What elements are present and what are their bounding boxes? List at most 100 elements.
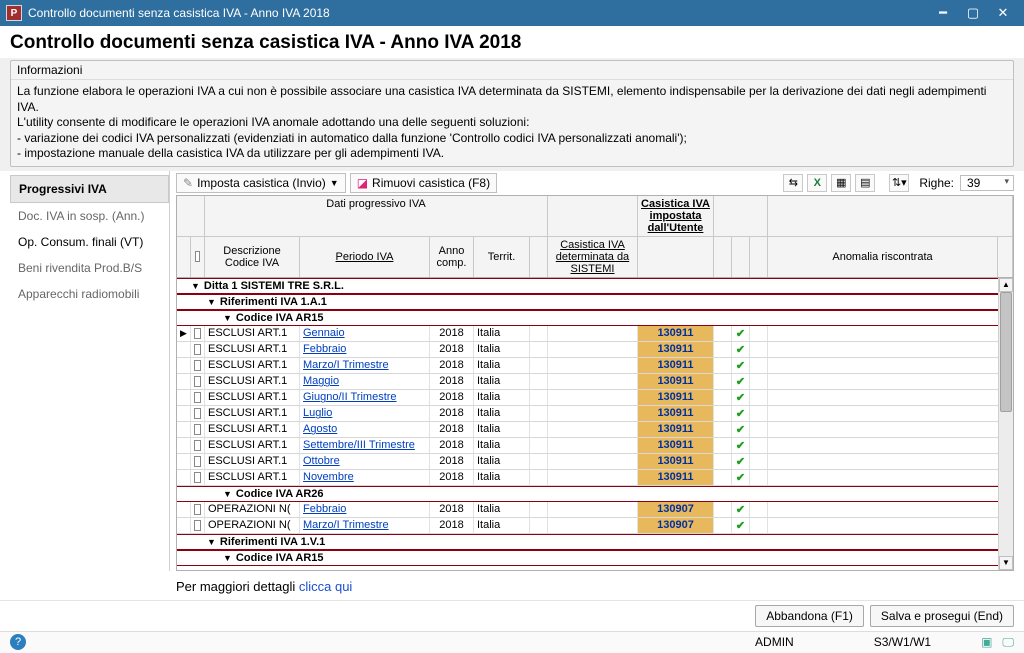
sidebar-item-doc-sosp[interactable]: Doc. IVA in sosp. (Ann.) xyxy=(10,203,169,229)
row-checkbox[interactable] xyxy=(191,358,205,373)
maximize-button[interactable]: ▢ xyxy=(958,3,988,23)
table-row[interactable]: OPERAZIONI N( Febbraio 2018 Italia 13090… xyxy=(177,502,1013,518)
filter-icon[interactable]: ⇅▾ xyxy=(889,174,909,192)
row-checkbox[interactable] xyxy=(191,406,205,421)
col-cas-sys[interactable]: Casistica IVA determinata da SISTEMI xyxy=(548,237,638,277)
scroll-thumb[interactable] xyxy=(1000,292,1012,412)
col-periodo[interactable]: Periodo IVA xyxy=(300,237,430,277)
table-row[interactable]: ESCLUSI ART.1 Ottobre 2018 Italia 130911… xyxy=(177,454,1013,470)
sidebar-item-apparecchi[interactable]: Apparecchi radiomobili xyxy=(10,281,169,307)
col-rowsel[interactable] xyxy=(177,237,191,277)
cell-anno: 2018 xyxy=(430,438,474,453)
cell-period-link[interactable]: Gennaio xyxy=(300,326,430,341)
col-check-all[interactable] xyxy=(191,237,205,277)
scroll-up-icon[interactable]: ▲ xyxy=(999,278,1013,292)
table-row[interactable]: ESCLUSI ART.1 Agosto 2018 Italia 130911 … xyxy=(177,422,1013,438)
cell-cas-user[interactable]: 130907 xyxy=(638,502,714,517)
row-checkbox[interactable] xyxy=(191,470,205,485)
row-checkbox[interactable] xyxy=(191,518,205,533)
cell-period-link[interactable]: Settembre/III Trimestre xyxy=(300,438,430,453)
excel-icon[interactable]: X xyxy=(807,174,827,192)
status-bar: ? ADMIN S3/W1/W1 ▣ 🖵 xyxy=(0,631,1024,653)
rimuovi-casistica-button[interactable]: ◪ Rimuovi casistica (F8) xyxy=(350,173,497,193)
cell-period-link[interactable]: Febbraio xyxy=(300,342,430,357)
group-row[interactable]: ▼Riferimenti IVA 1.A.1 xyxy=(177,294,1013,310)
cancel-button[interactable]: Abbandona (F1) xyxy=(755,605,864,627)
cell-cas-user[interactable]: 130911 xyxy=(638,390,714,405)
checkmark-icon: ✔ xyxy=(732,358,750,373)
cell-period-link[interactable]: Febbraio xyxy=(300,502,430,517)
group-row[interactable]: ▼Codice IVA AR15 xyxy=(177,550,1013,566)
table-row[interactable]: ESCLUSI ART.1 Novembre 2018 Italia 13091… xyxy=(177,470,1013,486)
scroll-down-icon[interactable]: ▼ xyxy=(999,556,1013,570)
group-row[interactable]: ▼Codice IVA AR15 xyxy=(177,310,1013,326)
row-checkbox[interactable] xyxy=(191,502,205,517)
col-territ[interactable]: Territ. xyxy=(474,237,530,277)
col-anomalia[interactable]: Anomalia riscontrata xyxy=(768,237,998,277)
row-checkbox[interactable] xyxy=(191,374,205,389)
group-row[interactable]: ▼Codice IVA AR26 xyxy=(177,486,1013,502)
righe-count[interactable]: 39 xyxy=(960,175,1014,191)
table-row[interactable]: ESCLUSI ART.1 Giugno/II Trimestre 2018 I… xyxy=(177,390,1013,406)
cell-cas-user[interactable]: 130911 xyxy=(638,326,714,341)
row-checkbox[interactable] xyxy=(191,454,205,469)
sidebar-item-progressivi[interactable]: Progressivi IVA xyxy=(10,175,169,203)
col-cas-user-top[interactable]: Casistica IVA impostata dall'Utente xyxy=(638,196,714,236)
cell-period-link[interactable]: Luglio xyxy=(300,406,430,421)
group-row[interactable]: ▼Riferimenti IVA 1.V.1 xyxy=(177,534,1013,550)
row-checkbox[interactable] xyxy=(191,326,205,341)
cell-cas-user[interactable]: 130907 xyxy=(638,518,714,533)
cell-cas-user[interactable]: 130911 xyxy=(638,358,714,373)
vertical-scrollbar[interactable]: ▲ ▼ xyxy=(998,278,1013,570)
cell-cas-user[interactable]: 130911 xyxy=(638,454,714,469)
cell-desc: ESCLUSI ART.1 xyxy=(205,342,300,357)
row-checkbox[interactable] xyxy=(191,422,205,437)
cell-period-link[interactable]: Marzo/I Trimestre xyxy=(300,358,430,373)
help-icon[interactable]: ? xyxy=(10,634,26,650)
col-s1[interactable] xyxy=(714,237,732,277)
details-link[interactable]: clicca qui xyxy=(299,579,352,594)
cell-period-link[interactable]: Ottobre xyxy=(300,454,430,469)
col-anno[interactable]: Anno comp. xyxy=(430,237,474,277)
export-icon[interactable]: ⇆ xyxy=(783,174,803,192)
table-row[interactable]: ESCLUSI ART.1 Marzo/I Trimestre 2018 Ita… xyxy=(177,358,1013,374)
table-row[interactable]: ESCLUSI ART.1 Settembre/III Trimestre 20… xyxy=(177,438,1013,454)
save-button[interactable]: Salva e prosegui (End) xyxy=(870,605,1014,627)
row-checkbox[interactable] xyxy=(191,390,205,405)
cell-cas-user[interactable]: 130911 xyxy=(638,438,714,453)
row-checkbox[interactable] xyxy=(191,438,205,453)
cell-desc: ESCLUSI ART.1 xyxy=(205,326,300,341)
imposta-casistica-button[interactable]: ✎ Imposta casistica (Invio) ▼ xyxy=(176,173,346,193)
cell-cas-user[interactable]: 130911 xyxy=(638,470,714,485)
cell-anomalia xyxy=(768,390,1013,405)
grid-icon[interactable]: ▦ xyxy=(831,174,851,192)
cell-cas-user[interactable]: 130911 xyxy=(638,342,714,357)
cell-anomalia xyxy=(768,374,1013,389)
row-checkbox[interactable] xyxy=(191,342,205,357)
window-title: Controllo documenti senza casistica IVA … xyxy=(28,6,330,20)
col-s2[interactable] xyxy=(732,237,750,277)
cell-cas-user[interactable]: 130911 xyxy=(638,374,714,389)
table-row[interactable]: ESCLUSI ART.1 Febbraio 2018 Italia 13091… xyxy=(177,342,1013,358)
close-button[interactable]: ✕ xyxy=(988,3,1018,23)
cell-anomalia xyxy=(768,502,1013,517)
table-row[interactable]: ESCLUSI ART.1 Maggio 2018 Italia 130911 … xyxy=(177,374,1013,390)
table-row[interactable]: ESCLUSI ART.1 Luglio 2018 Italia 130911 … xyxy=(177,406,1013,422)
cell-period-link[interactable]: Maggio xyxy=(300,374,430,389)
minimize-button[interactable]: ━ xyxy=(928,3,958,23)
col-desc[interactable]: Descrizione Codice IVA xyxy=(205,237,300,277)
cell-cas-user[interactable]: 130911 xyxy=(638,406,714,421)
col-s3[interactable] xyxy=(750,237,768,277)
col-gap1[interactable] xyxy=(530,237,548,277)
cell-period-link[interactable]: Giugno/II Trimestre xyxy=(300,390,430,405)
cell-period-link[interactable]: Agosto xyxy=(300,422,430,437)
cell-period-link[interactable]: Novembre xyxy=(300,470,430,485)
table-row[interactable]: ▶ ESCLUSI ART.1 Gennaio 2018 Italia 1309… xyxy=(177,326,1013,342)
sidebar-item-beni[interactable]: Beni rivendita Prod.B/S xyxy=(10,255,169,281)
table-row[interactable]: OPERAZIONI N( Marzo/I Trimestre 2018 Ita… xyxy=(177,518,1013,534)
group-row[interactable]: ▼Ditta 1 SISTEMI TRE S.R.L. xyxy=(177,278,1013,294)
sidebar-item-op-consum[interactable]: Op. Consum. finali (VT) xyxy=(10,229,169,255)
cell-period-link[interactable]: Marzo/I Trimestre xyxy=(300,518,430,533)
report-icon[interactable]: ▤ xyxy=(855,174,875,192)
cell-cas-user[interactable]: 130911 xyxy=(638,422,714,437)
